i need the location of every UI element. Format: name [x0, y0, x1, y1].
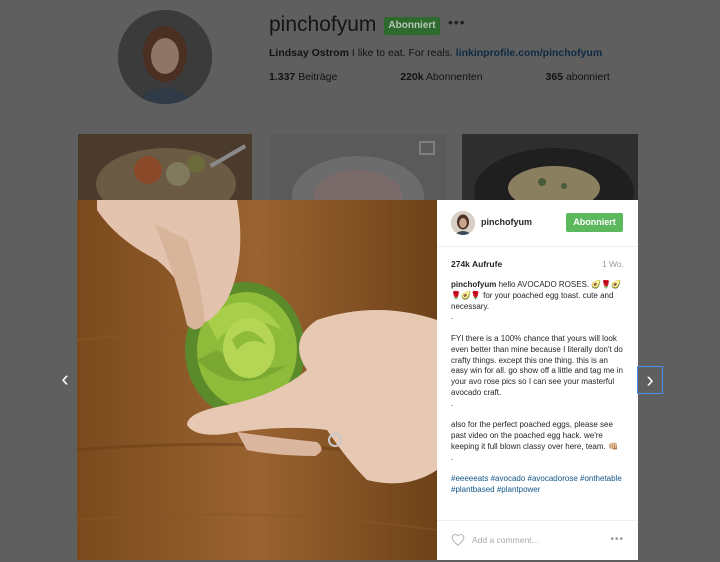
caption-gap — [451, 323, 627, 334]
caption-paragraph: FYI there is a 100% chance that yours wi… — [451, 333, 623, 397]
more-horizontal-icon[interactable]: ••• — [448, 14, 466, 30]
post-header: pinchofyum Abonniert — [437, 200, 638, 247]
profile-follow-button[interactable]: Abonniert — [384, 17, 440, 35]
heart-icon[interactable] — [451, 533, 465, 547]
post-author-username[interactable]: pinchofyum — [481, 217, 532, 227]
caption-separator: . — [451, 312, 454, 322]
post-caption: pinchofyum hello AVOCADO ROSES. 🥑🌹🥑🌹🥑🌹 f… — [451, 280, 627, 518]
grid-thumbnail[interactable] — [270, 134, 446, 200]
post-video[interactable] — [77, 200, 437, 560]
profile-stats: 1.337 Beiträge 220k Abonnenten 365 abonn… — [269, 71, 670, 83]
caption-paragraph: pinchofyum hello AVOCADO ROSES. 🥑🌹🥑🌹🥑🌹 f… — [451, 280, 627, 312]
post-footer: Add a comment... ••• — [437, 520, 638, 561]
follow-button[interactable]: Abonniert — [566, 213, 623, 232]
post-modal: pinchofyum Abonniert 274k Aufrufe 1 Wo. … — [77, 200, 638, 560]
view-count: 274k Aufrufe — [451, 259, 503, 269]
stat-followers-label: Abonnenten — [423, 71, 483, 83]
stat-followers-value: 220k — [400, 71, 424, 83]
stat-following[interactable]: 365 abonniert — [546, 71, 640, 83]
caption-hashtags[interactable]: #eeeeeats #avocado #avocadorose #ontheta… — [451, 474, 627, 496]
stat-following-value: 365 — [545, 71, 564, 83]
bio-link[interactable]: linkinprofile.com/pinchofyum — [456, 47, 602, 59]
grid-thumbnail[interactable] — [78, 134, 252, 200]
more-horizontal-icon[interactable]: ••• — [610, 534, 624, 545]
bio-text: I like to eat. For reals. — [348, 47, 456, 59]
chevron-left-icon[interactable]: ‹ — [56, 368, 74, 392]
caption-username[interactable]: pinchofyum — [451, 280, 496, 289]
comment-input[interactable]: Add a comment... — [472, 535, 539, 545]
caption-gap — [451, 464, 627, 475]
caption-separator: . — [451, 398, 454, 408]
post-author-avatar[interactable] — [451, 211, 475, 235]
stat-followers[interactable]: 220k Abonnenten — [400, 71, 512, 83]
caption-separator: . — [451, 452, 454, 462]
chevron-right-icon[interactable]: › — [637, 366, 663, 394]
stat-posts-value: 1.337 — [269, 71, 296, 83]
profile-bio: Lindsay Ostrom I like to eat. For reals.… — [269, 47, 602, 59]
grid-thumbnail[interactable] — [462, 134, 638, 200]
bio-name: Lindsay Ostrom — [269, 47, 349, 59]
post-timestamp[interactable]: 1 Wo. — [602, 259, 624, 269]
stat-following-label: abonniert — [563, 71, 610, 83]
caption-paragraph: also for the perfect poached eggs, pleas… — [451, 420, 618, 451]
caption-gap — [451, 410, 627, 421]
stat-posts: 1.337 Beiträge — [269, 71, 367, 83]
profile-username: pinchofyum — [269, 13, 377, 36]
profile-avatar[interactable] — [118, 10, 212, 104]
stat-posts-label: Beiträge — [295, 71, 338, 83]
post-sidebar: pinchofyum Abonniert 274k Aufrufe 1 Wo. … — [437, 200, 638, 560]
